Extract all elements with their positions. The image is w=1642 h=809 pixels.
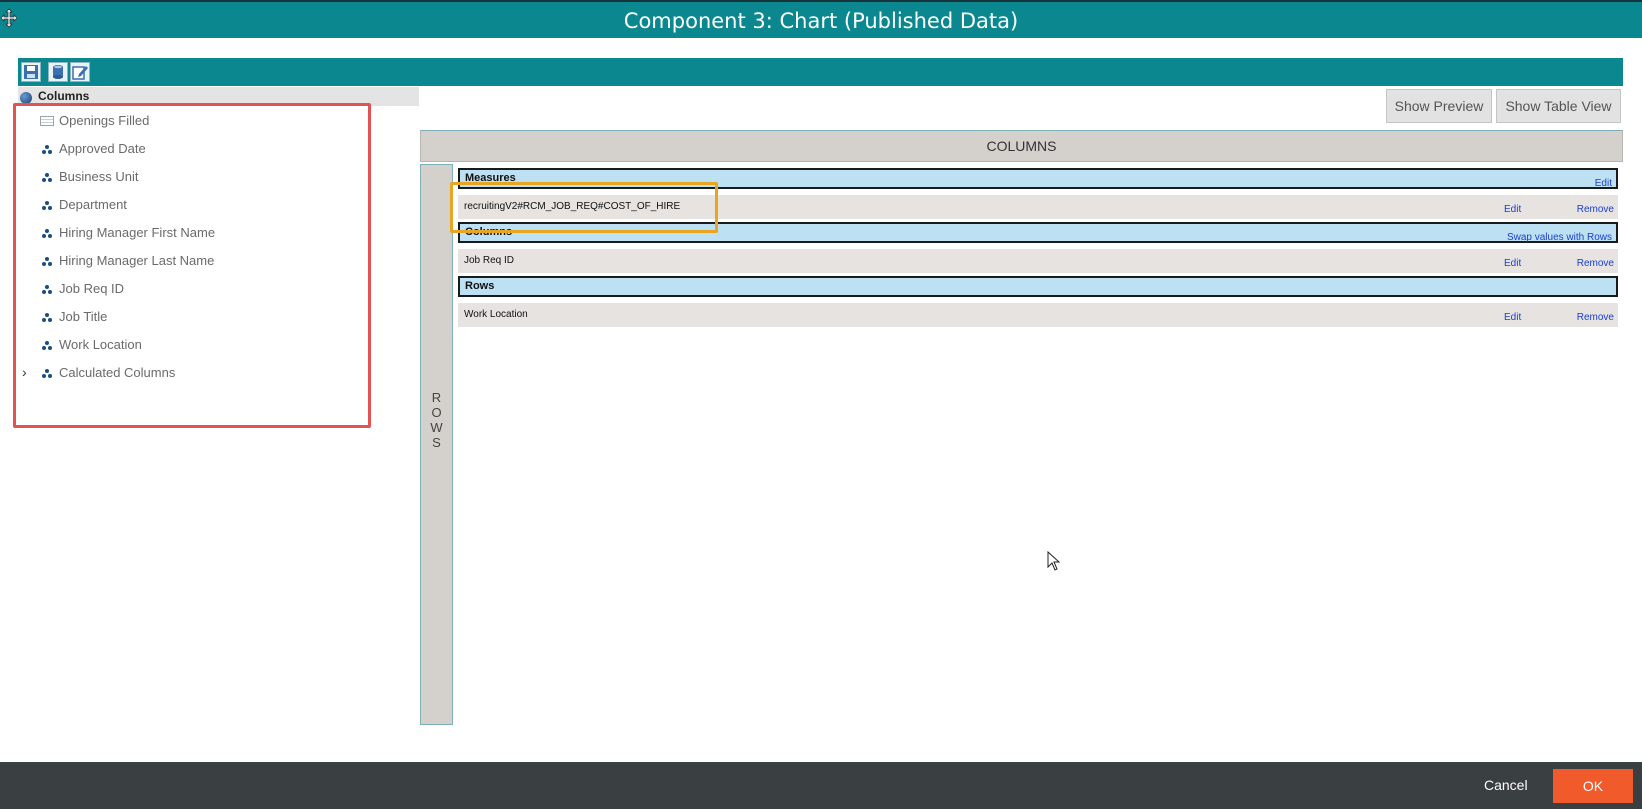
measures-edit-link[interactable]: Edit <box>1595 178 1612 189</box>
measure-edit-link[interactable]: Edit <box>1504 204 1521 215</box>
rows-drop-zone-label: R O W S <box>421 390 452 450</box>
row-item-row: Work Location Edit Remove <box>458 303 1618 327</box>
column-item-row: Job Req ID Edit Remove <box>458 249 1618 273</box>
rows-letter: O <box>431 405 442 420</box>
column-item-label: Job Req ID <box>464 255 515 266</box>
cancel-button[interactable]: Cancel <box>1484 777 1528 793</box>
highlight-box-orange <box>450 182 718 233</box>
show-preview-button[interactable]: Show Preview <box>1386 89 1492 123</box>
row-edit-link[interactable]: Edit <box>1504 312 1521 323</box>
columns-drop-zone[interactable]: COLUMNS <box>420 130 1623 162</box>
edit-icon[interactable] <box>70 62 90 82</box>
ok-button[interactable]: OK <box>1553 769 1633 803</box>
dialog-footer: Cancel OK <box>0 762 1642 809</box>
row-item-label: Work Location <box>464 309 528 320</box>
swap-values-link[interactable]: Swap values with Rows <box>1507 232 1612 243</box>
database-icon[interactable] <box>48 62 68 82</box>
column-edit-link[interactable]: Edit <box>1504 258 1521 269</box>
title-bar: Component 3: Chart (Published Data) <box>0 0 1642 38</box>
save-icon[interactable] <box>21 62 41 82</box>
window-title: Component 3: Chart (Published Data) <box>623 9 1019 33</box>
rows-section-header: Rows <box>458 276 1618 297</box>
row-remove-link[interactable]: Remove <box>1577 312 1614 323</box>
rows-letter: W <box>430 420 443 435</box>
column-remove-link[interactable]: Remove <box>1577 258 1614 269</box>
highlight-box-red <box>13 103 371 428</box>
mouse-cursor-icon <box>1047 551 1061 571</box>
rows-drop-zone[interactable]: R O W S <box>420 164 453 725</box>
measure-remove-link[interactable]: Remove <box>1577 204 1614 215</box>
tree-header-label: Columns <box>38 89 90 103</box>
show-table-view-button[interactable]: Show Table View <box>1496 89 1621 123</box>
rows-label: Rows <box>465 280 495 292</box>
rows-letter: R <box>431 390 442 405</box>
rows-letter: S <box>432 435 441 450</box>
toolbar <box>18 58 1623 86</box>
